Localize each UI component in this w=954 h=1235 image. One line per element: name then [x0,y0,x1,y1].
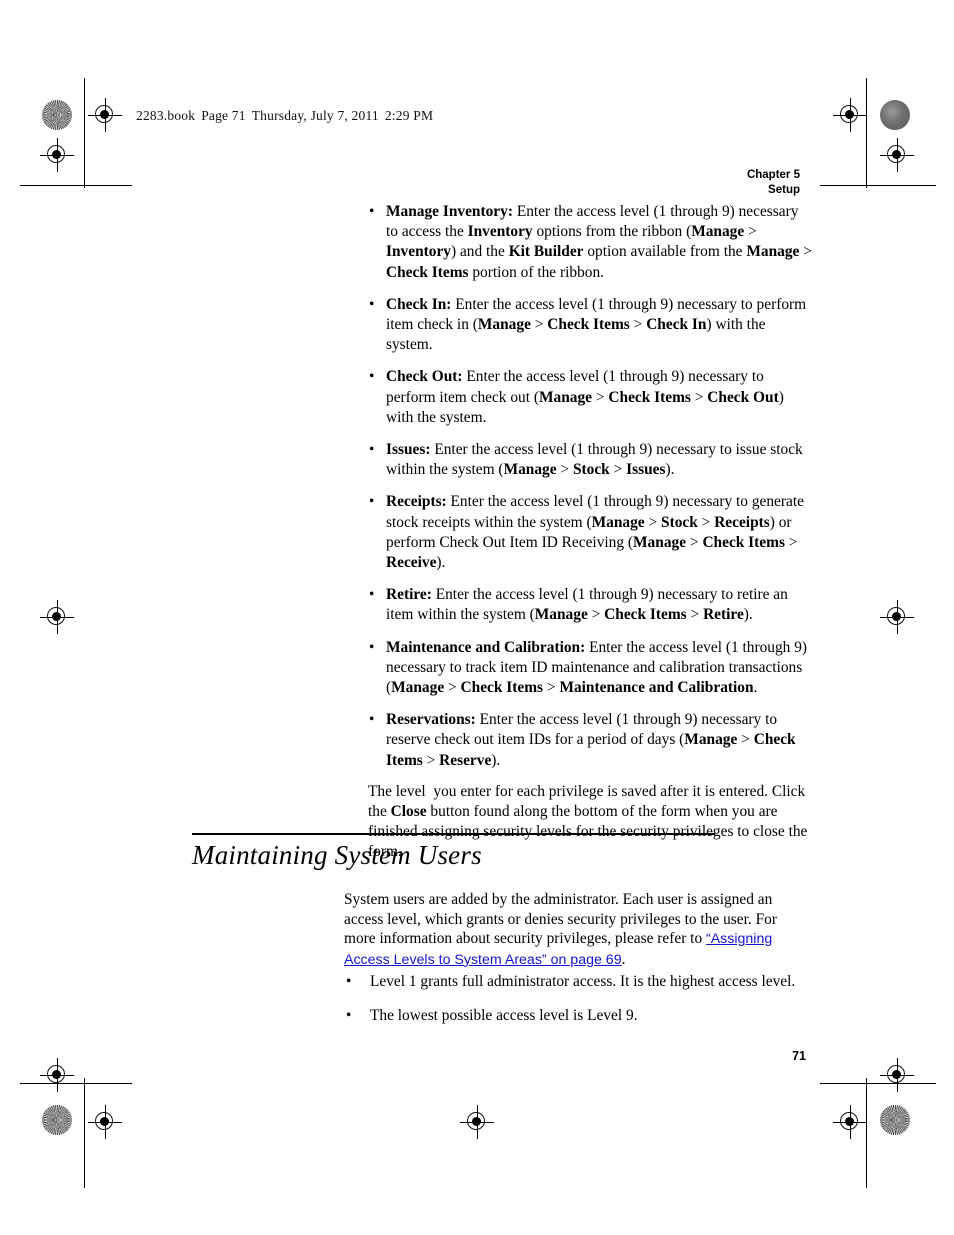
privilege-bullet-text: Manage Inventory: Enter the access level… [386,203,812,281]
bullet-glyph-icon: • [346,973,352,990]
section-heading-rule [192,833,715,835]
running-head-section: Setup [768,184,800,196]
bullet-glyph-icon: • [369,295,375,313]
privileges-body-column: • Manage Inventory: Enter the access leve… [368,202,812,863]
bullet-glyph-icon: • [369,586,375,604]
privilege-bullet-issues: • Issues: Enter the access level (1 throu… [368,440,812,480]
privilege-bullet-text: Check In: Enter the access level (1 thro… [386,295,807,354]
section-intro-block: System users are added by the administra… [344,890,812,970]
bullet-glyph-icon: • [369,638,375,656]
section-intro-paragraph: System users are added by the administra… [344,891,777,968]
privilege-bullet-manage-inventory: • Manage Inventory: Enter the access leve… [368,202,812,283]
access-level-bullet-text: Level 1 grants full administrator access… [370,973,796,990]
access-level-bullet-list: • Level 1 grants full administrator acces… [344,972,824,1026]
access-level-bullet: • The lowest possible access level is Lev… [344,1006,824,1026]
bullet-glyph-icon: • [346,1007,352,1024]
privilege-bullet-list: • Manage Inventory: Enter the access leve… [368,202,812,771]
book-date-label: Thursday, July 7, 2011 [251,108,379,123]
bullet-glyph-icon: • [369,711,375,729]
section-heading-block: Maintaining System Users [192,833,715,872]
access-level-notes: • Level 1 grants full administrator acces… [344,972,824,1026]
bullet-glyph-icon: • [369,368,375,386]
book-page-label: Page 71 [201,108,246,123]
bullet-glyph-icon: • [369,441,375,459]
cross-reference-link[interactable]: “Assigning Access Levels to System Areas… [344,931,772,968]
access-level-bullet-text: The lowest possible access level is Leve… [370,1007,638,1024]
running-head: Chapter 5 Setup [747,168,800,198]
privilege-bullet-check-out: • Check Out: Enter the access level (1 th… [368,367,812,428]
bullet-glyph-icon: • [369,203,375,220]
running-head-chapter: Chapter 5 [746,169,800,181]
book-time-label: 2:29 PM [384,108,434,123]
privilege-bullet-text: Reservations: Enter the access level (1 … [386,711,796,769]
privilege-bullet-text: Check Out: Enter the access level (1 thr… [386,368,784,426]
privilege-bullet-reservations: • Reservations: Enter the access level (1… [368,710,812,771]
book-file-slug: 2283.book Page 71 Thursday, July 7, 2011 2:… [136,108,433,124]
bullet-glyph-icon: • [369,493,375,511]
privilege-bullet-check-in: • Check In: Enter the access level (1 thr… [368,295,812,356]
page-content: 2283.book Page 71 Thursday, July 7, 2011 2:… [0,0,954,1235]
privilege-bullet-retire: • Retire: Enter the access level (1 throu… [368,585,812,625]
privilege-bullet-maintenance-and-calibration: • Maintenance and Calibration: Enter the … [368,638,812,699]
privilege-bullet-text: Receipts: Enter the access level (1 thro… [386,493,804,572]
access-level-bullet: • Level 1 grants full administrator acces… [344,972,824,992]
privilege-bullet-text: Retire: Enter the access level (1 throug… [386,586,788,624]
book-file-name: 2283.book [136,108,196,123]
privilege-bullet-text: Maintenance and Calibration: Enter the a… [386,638,808,697]
privilege-bullet-receipts: • Receipts: Enter the access level (1 thr… [368,492,812,573]
page-number: 71 [792,1049,806,1063]
page-title: Maintaining System Users [192,839,482,870]
privilege-bullet-text: Issues: Enter the access level (1 throug… [386,441,803,479]
